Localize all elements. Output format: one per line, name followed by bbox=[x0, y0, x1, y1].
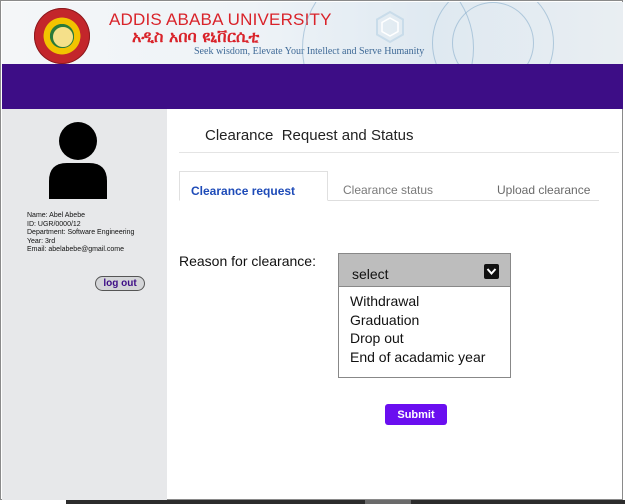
tab-clearance-request[interactable]: Clearance request bbox=[179, 171, 328, 201]
profile-sidebar: Name: Abel Abebe ID: UGR/0000/12 Departm… bbox=[2, 109, 167, 500]
app-window: ADDIS ABABA UNIVERSITY አዲስ አበባ ዩኒቨርሲቲ Se… bbox=[0, 0, 623, 500]
tab-clearance-status[interactable]: Clearance status bbox=[343, 183, 433, 197]
reason-select[interactable]: select bbox=[338, 253, 511, 287]
option-graduation[interactable]: Graduation bbox=[339, 311, 510, 330]
header-banner: ADDIS ABABA UNIVERSITY አዲስ አበባ ዩኒቨርሲቲ Se… bbox=[2, 2, 623, 64]
reason-options-list: Withdrawal Graduation Drop out End of ac… bbox=[338, 287, 511, 378]
nav-bar bbox=[2, 64, 623, 109]
page-title: Clearance Request and Status bbox=[205, 127, 414, 144]
submit-button[interactable]: Submit bbox=[385, 404, 447, 425]
decoration-circle bbox=[302, 2, 474, 64]
student-id: ID: UGR/0000/12 bbox=[27, 220, 81, 228]
university-logo bbox=[34, 8, 90, 64]
student-info: Name: Abel Abebe ID: UGR/0000/12 Departm… bbox=[27, 212, 134, 255]
student-name: Name: Abel Abebe bbox=[27, 212, 85, 219]
student-year: Year: 3rd bbox=[27, 237, 56, 245]
student-email: Email: abelabebe@gmail.come bbox=[27, 246, 124, 253]
option-end-of-academic-year[interactable]: End of acadamic year bbox=[339, 348, 510, 367]
user-avatar-icon bbox=[49, 122, 107, 199]
title-divider bbox=[179, 152, 619, 153]
university-name-amharic: አዲስ አበባ ዩኒቨርሲቲ bbox=[132, 27, 260, 46]
select-value: select bbox=[352, 266, 389, 282]
option-withdrawal[interactable]: Withdrawal bbox=[339, 292, 510, 311]
student-department: Department: Software Engineering bbox=[27, 229, 135, 236]
option-drop-out[interactable]: Drop out bbox=[339, 329, 510, 348]
bottom-strip-mark bbox=[365, 500, 411, 504]
reason-label: Reason for clearance: bbox=[179, 253, 316, 269]
bottom-strip bbox=[66, 500, 625, 504]
chevron-down-icon[interactable] bbox=[484, 264, 499, 279]
logout-button[interactable]: log out bbox=[95, 276, 145, 291]
tab-upload-clearance[interactable]: Upload clearance bbox=[497, 183, 590, 197]
